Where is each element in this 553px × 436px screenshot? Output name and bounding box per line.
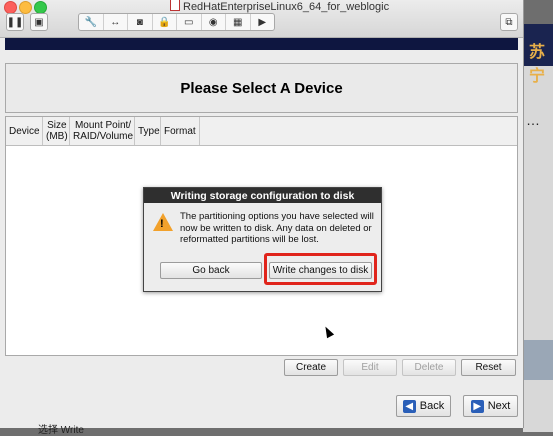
column-type[interactable]: Type [135,117,161,145]
back-button[interactable]: ◀ Back [396,395,451,417]
device-toolbar: 🔧 ↔ ◙ 🔒 ▭ ◉ ▦ ▶ [78,13,275,31]
next-button[interactable]: ▶ Next [463,395,518,417]
pause-icon: ❚❚ [6,16,24,28]
settings-button[interactable]: ▣ [30,13,48,31]
create-button[interactable]: Create [284,359,338,376]
delete-button[interactable]: Delete [402,359,456,376]
fullscreen-button[interactable]: ⧉ [500,13,518,31]
pause-button[interactable]: ❚❚ [6,13,24,31]
disk-icon[interactable]: ◙ [128,14,153,30]
arrows-icon[interactable]: ↔ [104,14,128,30]
arrow-left-icon: ◀ [402,399,416,413]
page-header: Please Select A Device [5,63,518,113]
dialog-message: The partitioning options you have select… [180,211,374,245]
column-device[interactable]: Device [6,117,43,145]
fullscreen-icon: ⧉ [505,16,513,28]
lock-icon[interactable]: 🔒 [153,14,177,30]
image-icon[interactable]: ▦ [226,14,251,30]
camera-icon[interactable]: ◉ [202,14,226,30]
dialog-title: Writing storage configuration to disk [144,188,381,203]
wrench-icon[interactable]: 🔧 [79,14,104,30]
vm-window: RedHatEnterpriseLinux6_64_for_weblogic ❚… [0,0,524,428]
hdd-icon[interactable]: ▭ [177,14,202,30]
page-title: Please Select A Device [180,79,343,97]
warning-mark: ! [160,218,164,230]
settings-icon: ▣ [34,16,44,28]
document-icon [170,0,180,11]
background-band [523,340,553,380]
reset-button[interactable]: Reset [461,359,516,376]
column-format[interactable]: Format [161,117,200,145]
play-icon[interactable]: ▶ [251,14,275,30]
window-title: RedHatEnterpriseLinux6_64_for_weblogic [170,0,389,13]
installer-banner [5,38,518,50]
column-size[interactable]: Size (MB) [43,117,70,145]
window-titlebar: RedHatEnterpriseLinux6_64_for_weblogic ❚… [0,0,523,38]
background-caption: 选择 Write [38,425,84,436]
background-ellipsis: … [526,112,540,128]
annotation-highlight-box [264,253,377,285]
table-header: Device Size (MB) Mount Point/ RAID/Volum… [6,117,517,146]
column-mount-point[interactable]: Mount Point/ RAID/Volume [70,117,135,145]
edit-button[interactable]: Edit [343,359,397,376]
background-brand-text: 苏宁 [529,44,546,85]
go-back-button[interactable]: Go back [160,262,262,279]
arrow-right-icon: ▶ [470,399,484,413]
